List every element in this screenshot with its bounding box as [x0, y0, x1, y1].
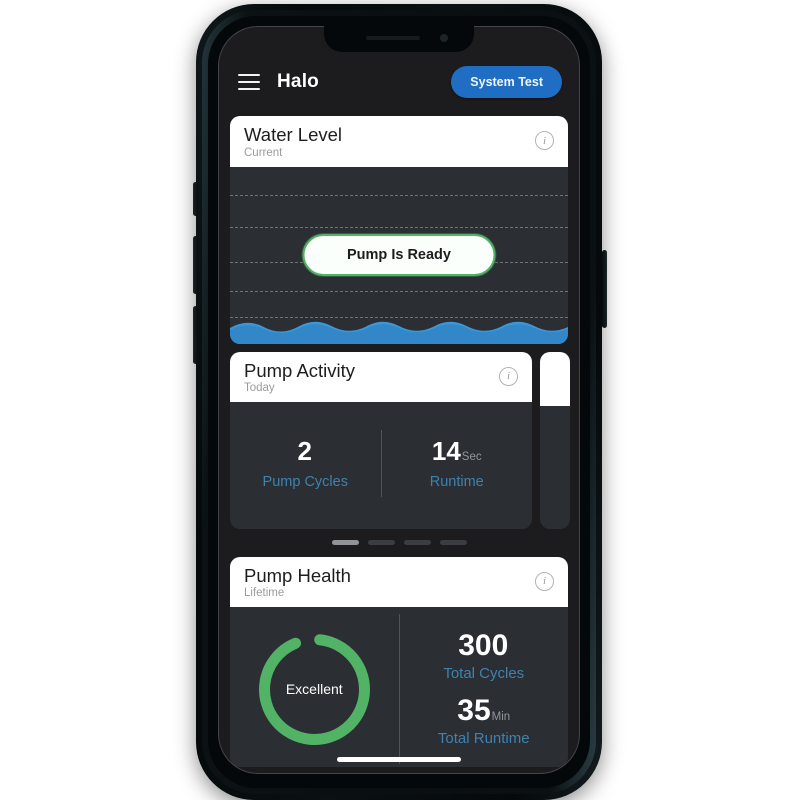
stat-label: Runtime: [429, 473, 484, 490]
water-level-title: Water Level: [244, 124, 343, 145]
pump-health-stats: 300 Total Cycles 35 Min Total Runtime: [400, 629, 569, 748]
stat-value: 2: [297, 435, 312, 466]
phone-notch: [324, 26, 474, 52]
home-indicator[interactable]: [337, 757, 461, 762]
pump-activity-title: Pump Activity: [244, 359, 356, 381]
water-level-gauge: Pump Is Ready: [230, 166, 568, 344]
gridline: [230, 226, 568, 228]
pump-activity-stats: 2 Pump Cycles 14 Sec Runtime: [230, 402, 532, 525]
carousel-dot[interactable]: [403, 539, 431, 545]
water-level-card: Water Level Current i Pump Is Ready: [230, 116, 568, 344]
stat-label: Total Runtime: [437, 730, 530, 748]
info-icon[interactable]: i: [499, 366, 518, 386]
health-rating-label: Excellent: [285, 681, 343, 698]
stat-label: Total Cycles: [443, 665, 525, 683]
pump-activity-card-header: Pump Activity Today i: [230, 351, 532, 403]
volume-up-button[interactable]: [193, 236, 198, 294]
page-title: Halo: [277, 71, 319, 92]
stat-value: 14: [431, 435, 461, 466]
screenshot-root: Halo System Test Water Level Current i P…: [0, 0, 800, 800]
info-icon[interactable]: i: [535, 131, 554, 150]
phone-screen: Halo System Test Water Level Current i P…: [218, 26, 580, 774]
content-scroll-area[interactable]: Water Level Current i Pump Is Ready Pump…: [222, 104, 576, 774]
pump-activity-subtitle: Today: [244, 382, 275, 395]
water-level-subtitle: Current: [244, 146, 283, 159]
stat-value: 35: [457, 694, 491, 728]
gridline: [230, 290, 568, 292]
water-wave-graphic: [230, 321, 568, 344]
carousel-dot[interactable]: [367, 539, 395, 545]
pump-health-title: Pump Health: [244, 564, 351, 586]
info-icon[interactable]: i: [535, 571, 554, 591]
carousel-dot[interactable]: [331, 539, 359, 545]
carousel-next-card-peek[interactable]: [540, 351, 570, 529]
stat-value: 300: [458, 629, 509, 663]
front-camera-icon: [440, 34, 448, 42]
stat-unit: Min: [491, 711, 511, 724]
halo-app: Halo System Test Water Level Current i P…: [218, 26, 580, 774]
volume-down-button[interactable]: [193, 306, 198, 364]
pump-status-pill[interactable]: Pump Is Ready: [302, 234, 496, 277]
water-level-card-header: Water Level Current i: [230, 116, 568, 167]
carousel-dot[interactable]: [439, 539, 467, 545]
health-ring-gauge: Excellent: [254, 629, 375, 750]
stat-label: Pump Cycles: [262, 473, 348, 490]
gridline: [230, 194, 568, 196]
power-button[interactable]: [602, 250, 607, 328]
stat-total-runtime: 35 Min Total Runtime: [400, 694, 569, 748]
stat-pump-cycles: 2 Pump Cycles: [230, 438, 381, 490]
silent-switch-button[interactable]: [193, 182, 198, 216]
activity-carousel[interactable]: Pump Activity Today i 2 Pump Cycles 14 S…: [230, 351, 570, 545]
pump-health-body: Excellent 300 Total Cycles 35 Min Total …: [230, 607, 568, 767]
pump-activity-card: Pump Activity Today i 2 Pump Cycles 14 S…: [230, 351, 532, 529]
pump-health-subtitle: Lifetime: [244, 587, 285, 600]
pump-health-card-header: Pump Health Lifetime i: [230, 556, 568, 608]
system-test-button[interactable]: System Test: [451, 66, 562, 98]
carousel-page-dots: [230, 539, 568, 545]
stat-unit: Sec: [461, 450, 482, 463]
pump-health-card: Pump Health Lifetime i Excellent 300 Tot…: [230, 556, 568, 768]
earpiece-speaker: [366, 36, 420, 40]
stat-total-cycles: 300 Total Cycles: [400, 629, 569, 683]
hamburger-menu-icon[interactable]: [238, 74, 260, 90]
stat-runtime: 14 Sec Runtime: [382, 438, 533, 490]
